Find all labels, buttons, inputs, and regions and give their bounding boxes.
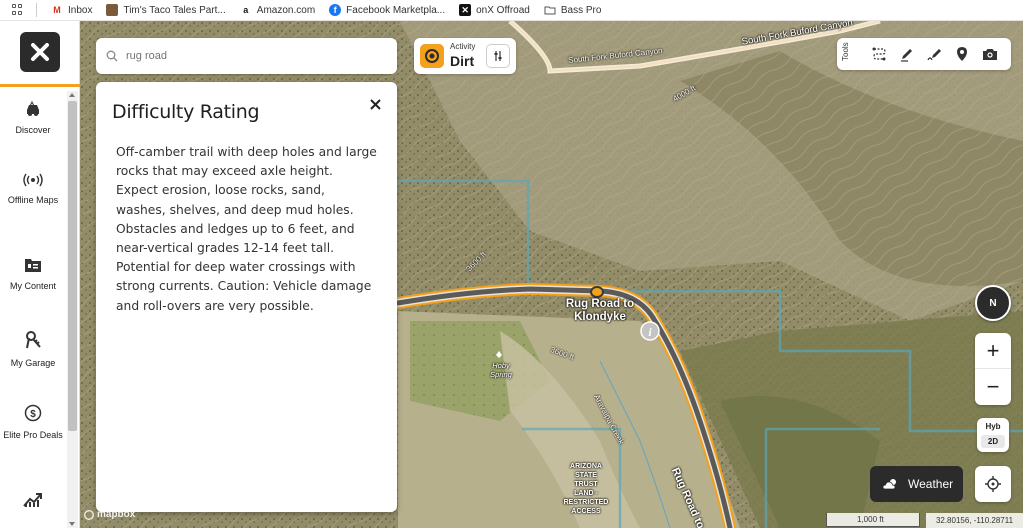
trending-icon	[23, 493, 42, 507]
search-input[interactable]	[126, 50, 376, 62]
bookmark-inbox[interactable]: M Inbox	[51, 4, 92, 16]
map-label-trust-land: ARIZONA STATE TRUST LAND - RESTRICTED AC…	[563, 463, 609, 515]
bookmark-amazon[interactable]: a Amazon.com	[240, 4, 315, 16]
sidebar-scroll-thumb[interactable]	[68, 101, 77, 431]
folder-icon	[544, 4, 556, 16]
mapbox-logo-icon	[84, 509, 94, 520]
waypoint-tool-button[interactable]	[952, 44, 972, 64]
sidebar-item-discover[interactable]: Discover	[0, 101, 66, 136]
location-pin-icon	[957, 47, 967, 61]
search-bar[interactable]	[96, 38, 397, 74]
sidebar-item-offline-maps[interactable]: Offline Maps	[0, 173, 66, 206]
difficulty-rating-panel: Difficulty Rating Off-camber trail with …	[96, 82, 397, 512]
compass-north-label: N	[989, 297, 997, 309]
sidebar-scrollbar[interactable]	[67, 91, 78, 528]
sidebar-item-label: My Garage	[10, 358, 56, 368]
draw-shape-tool-button[interactable]	[925, 44, 945, 64]
tools-bar: Tools	[837, 38, 1011, 70]
sidebar: Discover Offline Maps My Content My Gara…	[0, 21, 80, 528]
dollar-icon: $	[24, 404, 42, 422]
sidebar-accent-line	[0, 84, 80, 87]
coordinates-readout: 32.80156, -110.28711	[926, 513, 1023, 528]
onx-icon: ✕	[459, 4, 472, 16]
map-label-spring: Hoby Spring	[490, 361, 512, 379]
sidebar-item-label: Discover	[15, 125, 51, 135]
cloud-sun-icon	[882, 479, 896, 490]
route-tool-button[interactable]	[869, 44, 889, 64]
compass-button[interactable]: N	[975, 285, 1011, 321]
scale-bar: 1,000 ft	[826, 513, 920, 527]
offline-maps-icon	[23, 173, 43, 187]
camera-icon	[983, 49, 997, 60]
sidebar-item-label: Offline Maps	[7, 195, 59, 205]
sidebar-item-my-content[interactable]: My Content	[0, 257, 66, 292]
my-content-icon	[25, 259, 41, 272]
sidebar-item-label: My Content	[9, 281, 57, 291]
my-location-button[interactable]	[975, 466, 1011, 502]
draw-line-tool-button[interactable]	[897, 44, 917, 64]
onx-logo-icon	[31, 43, 49, 61]
onx-logo-button[interactable]	[20, 32, 60, 72]
zoom-in-button[interactable]: +	[975, 333, 1011, 369]
sliders-icon	[494, 51, 502, 61]
sidebar-item-my-garage[interactable]: My Garage	[0, 330, 66, 369]
sidebar-item-label: Elite Pro Deals	[3, 430, 63, 440]
panel-description: Off-camber trail with deep holes and lar…	[116, 145, 377, 313]
mapbox-attribution[interactable]: mapbox	[84, 509, 135, 520]
garage-icon	[26, 331, 41, 349]
bookmark-taco-tales[interactable]: Tim's Taco Tales Part...	[106, 4, 226, 16]
map-layer-toggle[interactable]: Hyb 2D	[977, 418, 1009, 452]
bookmark-facebook[interactable]: f Facebook Marketpla...	[329, 4, 445, 16]
close-button[interactable]	[367, 96, 383, 112]
svg-text:$: $	[30, 409, 36, 420]
photo-tool-button[interactable]	[980, 44, 1000, 64]
facebook-icon: f	[329, 4, 342, 16]
close-icon	[369, 98, 381, 110]
activity-selector[interactable]: Activity Dirt	[414, 38, 516, 74]
map-label-trail-line1: Rug Road to	[565, 298, 635, 310]
search-icon	[106, 50, 118, 62]
shape-draw-icon	[927, 49, 941, 61]
route-icon	[872, 47, 886, 61]
bookmarks-bar: M Inbox Tim's Taco Tales Part... a Amazo…	[0, 0, 1023, 21]
image-icon	[106, 4, 119, 16]
bookmark-bass-pro[interactable]: Bass Pro	[544, 4, 601, 16]
panel-title: Difficulty Rating	[112, 101, 260, 123]
zoom-out-button[interactable]: −	[975, 369, 1011, 405]
scroll-down-arrow-icon[interactable]	[69, 522, 75, 526]
pencil-icon	[901, 49, 912, 62]
amazon-icon: a	[243, 5, 249, 15]
dirt-activity-icon	[420, 44, 444, 68]
apps-grid-icon	[12, 4, 24, 16]
tools-label: Tools	[841, 42, 850, 61]
activity-filter-button[interactable]	[486, 44, 510, 68]
layer-type-label: Hyb	[985, 422, 1001, 431]
map-label-trail[interactable]: Rug Road to Klondyke	[560, 298, 640, 324]
weather-label: Weather	[908, 477, 954, 491]
activity-label: Activity	[450, 42, 476, 51]
zoom-controls: + −	[975, 333, 1011, 405]
weather-button[interactable]: Weather	[870, 466, 963, 502]
apps-button[interactable]	[12, 4, 24, 16]
map-view[interactable]: i South Fork Buford Canyon South Fork Bu…	[80, 21, 1023, 528]
gmail-icon: M	[53, 5, 61, 15]
sidebar-item-elite-pro-deals[interactable]: $ Elite Pro Deals	[0, 404, 66, 441]
layer-mode-label: 2D	[981, 435, 1005, 448]
scroll-up-arrow-icon[interactable]	[69, 93, 75, 97]
activity-value: Dirt	[450, 53, 475, 69]
sidebar-item-trending[interactable]	[0, 491, 66, 514]
crosshair-icon	[985, 476, 1001, 492]
bookmark-onx[interactable]: ✕ onX Offroad	[459, 4, 530, 16]
map-label-trail-line2: Klondyke	[574, 311, 626, 323]
bookmarks-divider	[36, 3, 37, 17]
discover-icon	[27, 101, 39, 116]
